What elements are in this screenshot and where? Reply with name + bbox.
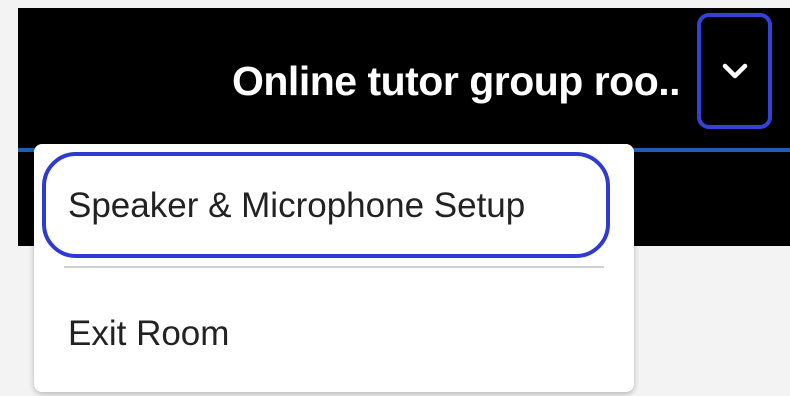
- menu-item-label: Speaker & Microphone Setup: [68, 186, 526, 225]
- menu-item-label: Exit Room: [68, 314, 230, 353]
- menu-item-exit-room[interactable]: Exit Room: [34, 284, 634, 384]
- chevron-down-icon: [722, 63, 747, 79]
- room-title: Online tutor group roo..: [232, 58, 681, 104]
- menu-item-speaker-microphone-setup[interactable]: Speaker & Microphone Setup: [34, 156, 634, 256]
- room-menu-dropdown-button[interactable]: [697, 13, 772, 129]
- menu-divider: [64, 266, 604, 268]
- room-dropdown-menu: Speaker & Microphone Setup Exit Room: [34, 144, 634, 392]
